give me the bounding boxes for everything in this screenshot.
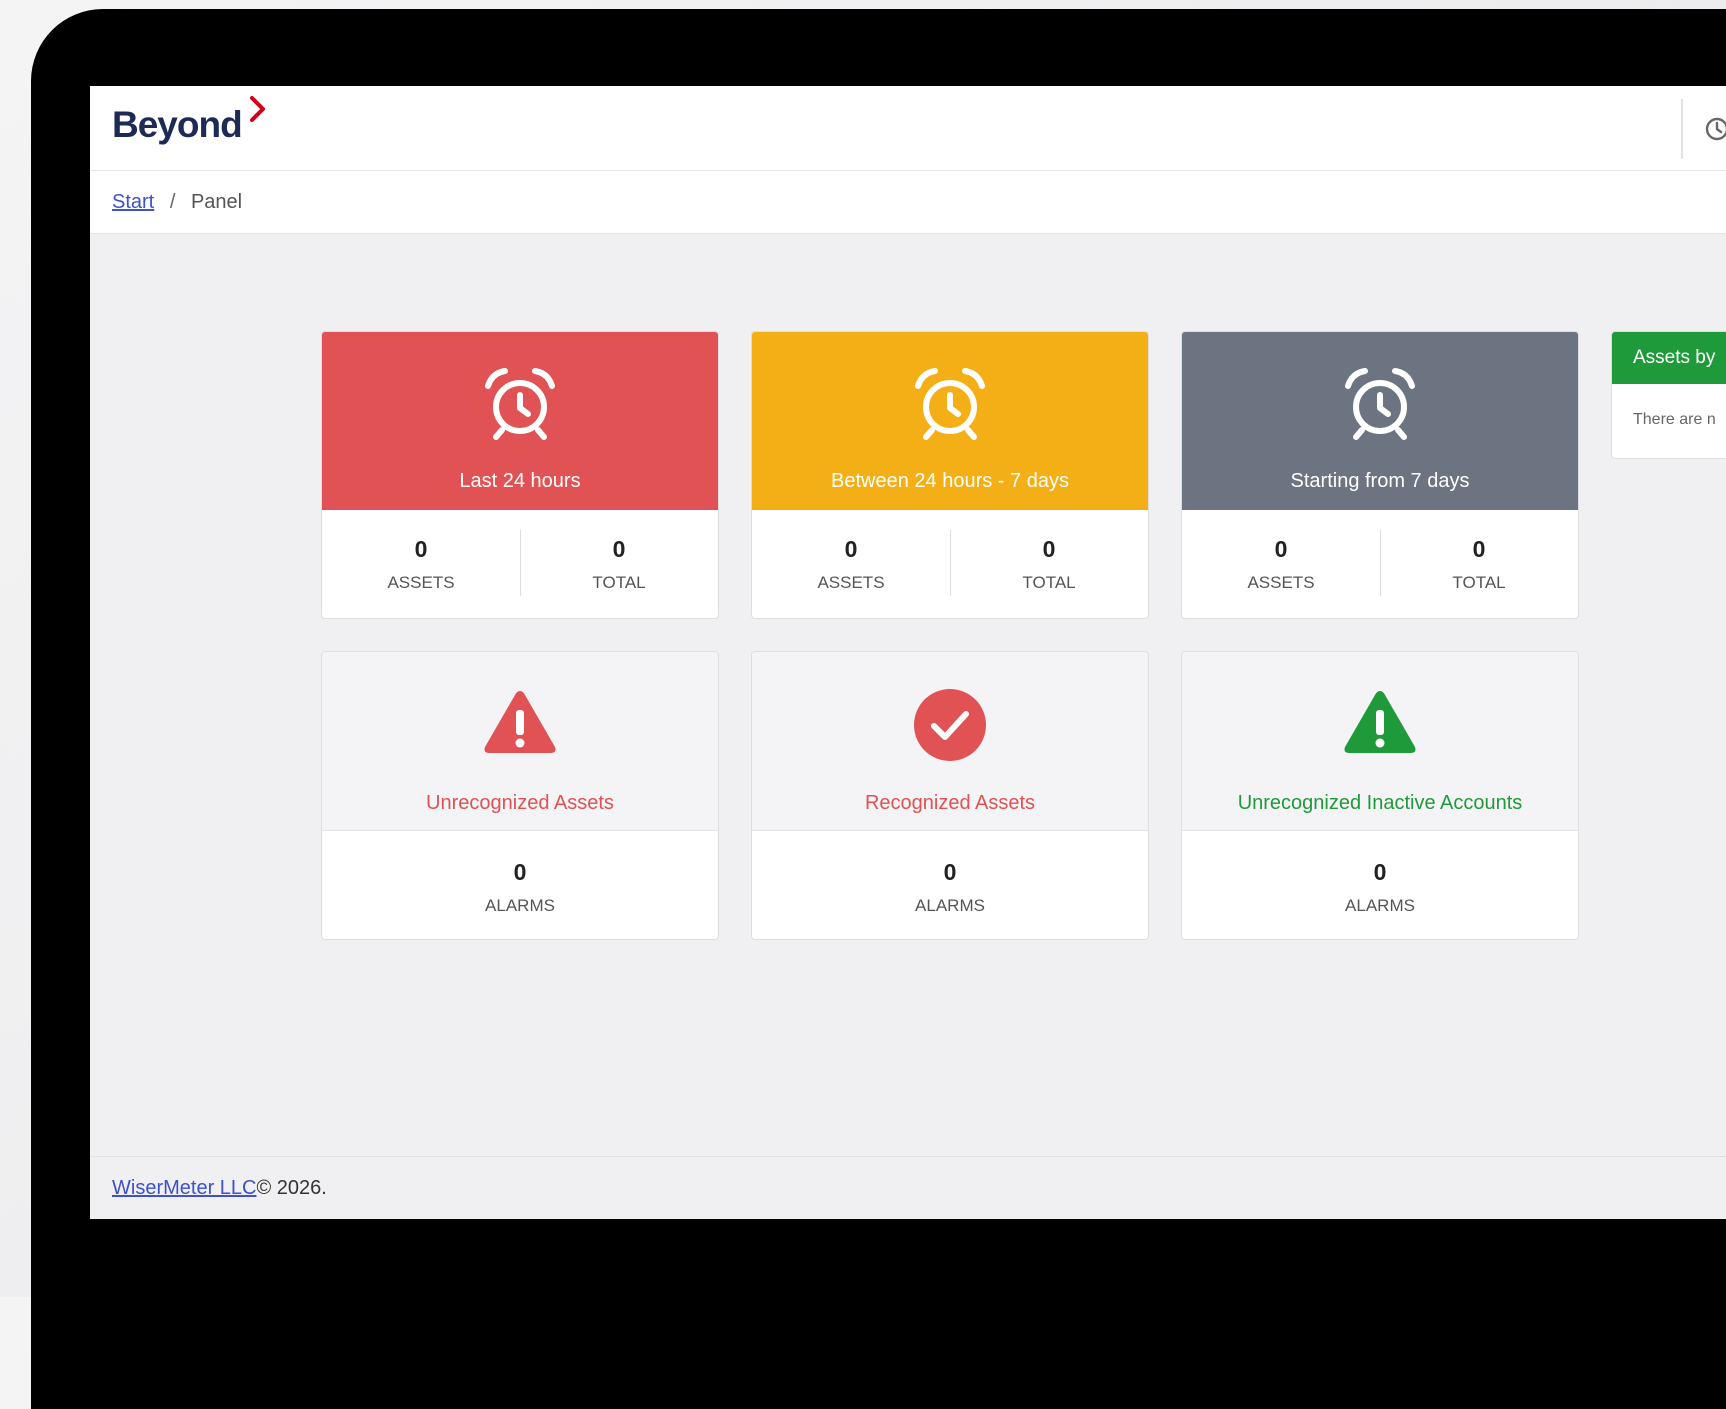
alarm-clock-icon	[1345, 368, 1415, 440]
breadcrumb-current: Panel	[190, 191, 243, 213]
status-card-header: Recognized Assets	[752, 652, 1148, 831]
time-card-label: Between 24 hours - 7 days	[831, 470, 1069, 492]
warning-triangle-icon	[1344, 691, 1416, 753]
assets-label: ASSETS	[1247, 573, 1315, 592]
footer-copyright: © 2026.	[256, 1177, 327, 1199]
total-value: 0	[1472, 536, 1486, 562]
breadcrumb-start-link[interactable]: Start	[112, 191, 154, 213]
total-label: TOTAL	[1452, 573, 1506, 592]
assets-stat: 0 ASSETS	[752, 536, 950, 593]
assets-value: 0	[414, 536, 428, 562]
check-circle-icon	[914, 689, 986, 761]
time-card-last-24h[interactable]: Last 24 hours 0 ASSETS 0 TOTAL	[321, 331, 719, 619]
app-screen: Beyond Start / Panel Last 24 hours 0 ASS…	[90, 86, 1726, 1219]
assets-stat: 0 ASSETS	[1182, 536, 1380, 593]
time-card-body: 0 ASSETS 0 TOTAL	[1182, 510, 1578, 618]
warning-triangle-icon	[484, 691, 556, 753]
time-card-24h-7d[interactable]: Between 24 hours - 7 days 0 ASSETS 0 TOT…	[751, 331, 1149, 619]
assets-by-panel-empty-text: There are n	[1633, 411, 1716, 428]
time-card-header: Last 24 hours	[322, 332, 718, 510]
status-card-body: 0 ALARMS	[1182, 831, 1578, 939]
status-card-label: Unrecognized Inactive Accounts	[1237, 792, 1523, 814]
status-card-recognized-assets[interactable]: Recognized Assets 0 ALARMS	[751, 651, 1149, 940]
status-card-body: 0 ALARMS	[752, 831, 1148, 939]
assets-label: ASSETS	[387, 573, 455, 592]
time-card-label: Last 24 hours	[459, 470, 581, 492]
status-card-label: Recognized Assets	[864, 792, 1036, 814]
breadcrumb: Start / Panel	[90, 171, 1726, 234]
assets-value: 0	[1274, 536, 1288, 562]
topbar-divider	[1681, 99, 1683, 159]
total-label: TOTAL	[1022, 573, 1076, 592]
assets-value: 0	[844, 536, 858, 562]
time-card-body: 0 ASSETS 0 TOTAL	[322, 510, 718, 618]
status-card-label: Unrecognized Assets	[426, 792, 614, 814]
total-stat: 0 TOTAL	[1380, 536, 1578, 593]
assets-label: ASSETS	[817, 573, 885, 592]
alarms-label: ALARMS	[1345, 896, 1415, 915]
alarm-clock-icon	[485, 368, 555, 440]
logo-text: Beyond	[112, 104, 243, 145]
logo[interactable]: Beyond	[112, 96, 265, 146]
alarms-value: 0	[943, 859, 957, 885]
time-card-from-7d[interactable]: Starting from 7 days 0 ASSETS 0 TOTAL	[1181, 331, 1579, 619]
alarm-clock-icon	[915, 368, 985, 440]
total-stat: 0 TOTAL	[520, 536, 718, 593]
assets-by-panel-title: Assets by	[1612, 332, 1726, 384]
logo-chevron-icon	[250, 96, 265, 122]
time-card-header: Starting from 7 days	[1182, 332, 1578, 510]
status-card-body: 0 ALARMS	[322, 831, 718, 939]
breadcrumb-separator: /	[169, 191, 176, 213]
alarms-value: 0	[513, 859, 527, 885]
total-label: TOTAL	[592, 573, 646, 592]
alarms-value: 0	[1373, 859, 1387, 885]
time-card-body: 0 ASSETS 0 TOTAL	[752, 510, 1148, 618]
total-value: 0	[612, 536, 626, 562]
status-card-unrecognized-assets[interactable]: Unrecognized Assets 0 ALARMS	[321, 651, 719, 940]
footer: WiserMeter LLC© 2026.	[90, 1156, 1726, 1219]
alarms-label: ALARMS	[915, 896, 985, 915]
alarms-label: ALARMS	[485, 896, 555, 915]
time-card-label: Starting from 7 days	[1290, 470, 1470, 492]
assets-by-panel: Assets by There are n	[1611, 331, 1726, 459]
status-card-header: Unrecognized Inactive Accounts	[1182, 652, 1578, 831]
status-card-header: Unrecognized Assets	[322, 652, 718, 831]
assets-stat: 0 ASSETS	[322, 536, 520, 593]
footer-company-link[interactable]: WiserMeter LLC	[112, 1177, 256, 1199]
time-card-header: Between 24 hours - 7 days	[752, 332, 1148, 510]
total-stat: 0 TOTAL	[950, 536, 1148, 593]
clock-icon[interactable]	[1704, 116, 1726, 142]
total-value: 0	[1042, 536, 1056, 562]
status-card-unrecognized-inactive-accounts[interactable]: Unrecognized Inactive Accounts 0 ALARMS	[1181, 651, 1579, 940]
top-navbar: Beyond	[90, 86, 1726, 171]
